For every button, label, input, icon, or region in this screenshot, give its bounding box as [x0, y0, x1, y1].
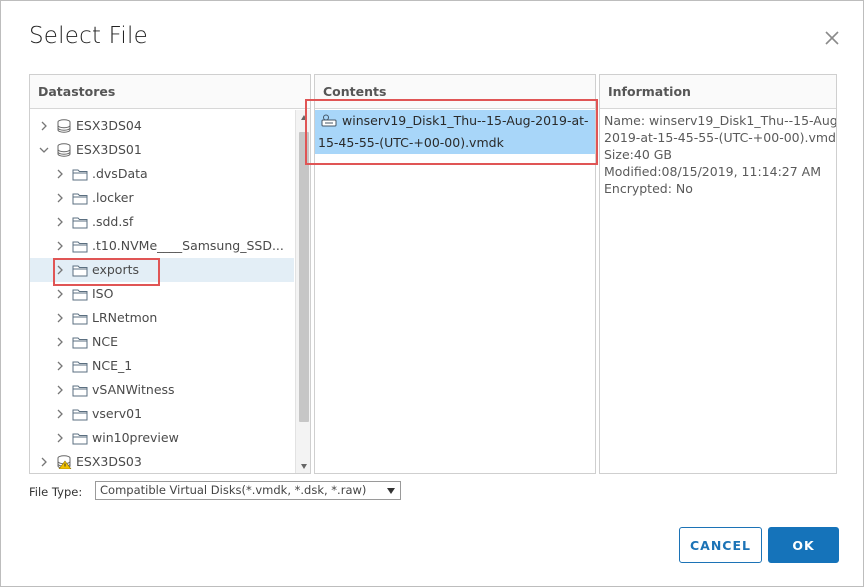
file-type-select[interactable]: Compatible Virtual Disks(*.vmdk, *.dsk, … [95, 481, 401, 500]
folder-icon [72, 289, 88, 301]
tree-item-label: ISO [92, 286, 114, 301]
chevron-right-icon[interactable] [54, 336, 66, 348]
contents-header: Contents [315, 75, 595, 109]
scroll-down-icon[interactable] [300, 462, 308, 470]
close-icon[interactable] [823, 29, 841, 47]
tree-item-folder[interactable]: NCE [30, 330, 294, 354]
tree-item-folder[interactable]: ISO [30, 282, 294, 306]
info-encrypted: Encrypted: No [604, 181, 693, 196]
tree-item-folder[interactable]: .dvsData [30, 162, 294, 186]
folder-icon [72, 385, 88, 397]
tree-item-label: .t10.NVMe____Samsung_SSD... [92, 238, 284, 253]
tree-scrollbar[interactable] [295, 110, 310, 473]
tree-item-label: ESX3DS03 [76, 454, 142, 469]
chevron-right-icon[interactable] [54, 360, 66, 372]
tree-item-datastore[interactable]: ESX3DS03 [30, 450, 294, 473]
tree-item-folder[interactable]: NCE_1 [30, 354, 294, 378]
info-name-line1: Name: winserv19_Disk1_Thu--15-Aug- [604, 113, 837, 128]
chevron-right-icon[interactable] [54, 384, 66, 396]
tree-item-folder[interactable]: .sdd.sf [30, 210, 294, 234]
tree-item-label: .sdd.sf [92, 214, 134, 229]
file-info: Name: winserv19_Disk1_Thu--15-Aug- 2019-… [604, 112, 836, 197]
datastore-icon [57, 143, 71, 157]
datastore-tree: ESX3DS04 ESX3DS01 .dvsData .locker .sdd.sf .t… [30, 110, 294, 473]
chevron-right-icon[interactable] [54, 312, 66, 324]
datastores-pane: Datastores ESX3DS04 ESX3DS01 .dvsData .lock… [29, 74, 311, 474]
folder-icon [72, 409, 88, 421]
folder-icon [72, 361, 88, 373]
tree-item-folder[interactable]: vserv01 [30, 402, 294, 426]
chevron-right-icon[interactable] [54, 408, 66, 420]
datastore-warning-icon [57, 455, 72, 469]
datastore-icon [57, 119, 71, 133]
select-file-dialog: Select File Datastores ESX3DS04 ESX3DS01.… [0, 0, 864, 587]
file-type-value: Compatible Virtual Disks(*.vmdk, *.dsk, … [100, 483, 367, 497]
tree-item-folder[interactable]: .t10.NVMe____Samsung_SSD... [30, 234, 294, 258]
folder-icon [72, 433, 88, 445]
tree-item-label: NCE [92, 334, 118, 349]
virtual-disk-icon [321, 114, 337, 127]
information-pane: Information Name: winserv19_Disk1_Thu--1… [599, 74, 837, 474]
dialog-title: Select File [29, 23, 148, 49]
folder-icon [72, 337, 88, 349]
tree-item-label: ESX3DS01 [76, 142, 142, 157]
tree-item-datastore[interactable]: ESX3DS04 [30, 114, 294, 138]
cancel-button[interactable]: CANCEL [679, 527, 762, 563]
tree-item-label: win10preview [92, 430, 179, 445]
tree-item-label: NCE_1 [92, 358, 133, 373]
folder-icon [72, 313, 88, 325]
chevron-right-icon[interactable] [54, 432, 66, 444]
chevron-right-icon[interactable] [54, 192, 66, 204]
scroll-thumb[interactable] [299, 132, 309, 422]
chevron-right-icon[interactable] [54, 288, 66, 300]
file-item-vmdk[interactable]: winserv19_Disk1_Thu--15-Aug-2019-at- 15-… [315, 110, 595, 154]
tree-item-folder[interactable]: vSANWitness [30, 378, 294, 402]
info-size: Size:40 GB [604, 147, 673, 162]
chevron-right-icon[interactable] [54, 240, 66, 252]
tree-item-label: .dvsData [92, 166, 148, 181]
tree-item-label: vserv01 [92, 406, 143, 421]
tree-item-label: .locker [92, 190, 134, 205]
chevron-right-icon[interactable] [54, 264, 66, 276]
tree-item-label: exports [92, 262, 140, 277]
chevron-right-icon[interactable] [38, 456, 50, 468]
folder-icon [72, 169, 88, 181]
information-header: Information [600, 75, 836, 109]
scroll-up-icon[interactable] [300, 114, 308, 122]
folder-icon [72, 217, 88, 229]
tree-item-label: LRNetmon [92, 310, 158, 325]
tree-item-folder[interactable]: exports [30, 258, 294, 282]
datastores-header: Datastores [30, 75, 310, 109]
info-modified: Modified:08/15/2019, 11:14:27 AM [604, 164, 821, 179]
tree-item-folder[interactable]: LRNetmon [30, 306, 294, 330]
tree-item-label: vSANWitness [92, 382, 175, 397]
chevron-down-icon[interactable] [38, 144, 50, 156]
folder-icon [72, 265, 88, 277]
contents-pane: Contents winserv19_Disk1_Thu--15-Aug-201… [314, 74, 596, 474]
file-name-line1: winserv19_Disk1_Thu--15-Aug-2019-at- [342, 113, 589, 128]
chevron-right-icon[interactable] [54, 216, 66, 228]
caret-down-icon [387, 488, 395, 494]
chevron-right-icon[interactable] [38, 120, 50, 132]
tree-item-datastore[interactable]: ESX3DS01 [30, 138, 294, 162]
file-type-label: File Type: [29, 485, 83, 499]
tree-item-label: ESX3DS04 [76, 118, 142, 133]
tree-item-folder[interactable]: win10preview [30, 426, 294, 450]
ok-button[interactable]: OK [768, 527, 839, 563]
tree-item-folder[interactable]: .locker [30, 186, 294, 210]
info-name-line2: 2019-at-15-45-55-(UTC-+00-00).vmdk [604, 130, 837, 145]
chevron-right-icon[interactable] [54, 168, 66, 180]
folder-icon [72, 193, 88, 205]
file-name-line2: 15-45-55-(UTC-+00-00).vmdk [318, 135, 504, 150]
folder-icon [72, 241, 88, 253]
